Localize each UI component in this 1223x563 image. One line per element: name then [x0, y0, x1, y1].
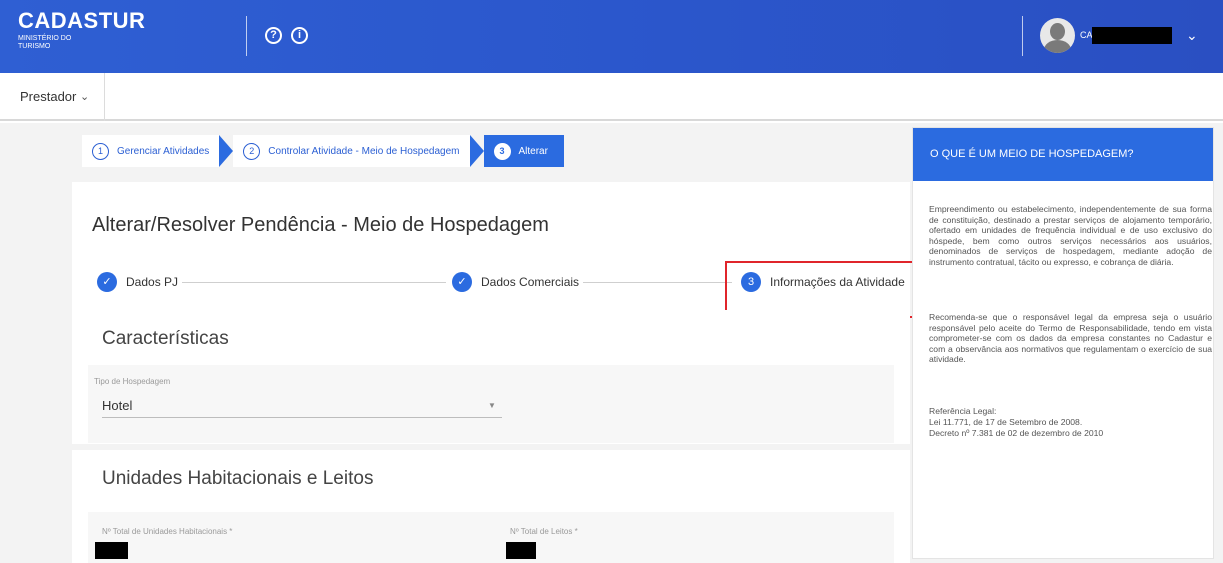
section-title: Unidades Habitacionais e Leitos: [102, 468, 374, 489]
brand-logo[interactable]: CADASTUR MINISTÉRIO DO TURISMO: [18, 9, 145, 51]
unidades-fields: Nº Total de Unidades Habitacionais * Nº …: [88, 512, 894, 563]
user-name[interactable]: CA: [1080, 30, 1093, 40]
legal-reference-title: Referência Legal:: [929, 406, 997, 416]
chevron-down-icon[interactable]: ⌄: [80, 90, 89, 103]
breadcrumb-label: Controlar Atividade - Meio de Hospedagem: [268, 145, 460, 157]
help-icon[interactable]: ?: [265, 27, 282, 44]
redacted-user-name: [1092, 27, 1172, 44]
caracteristicas-fields: Tipo de Hospedagem Hotel ▼: [88, 365, 894, 443]
profile-bar: Prestador ⌄: [0, 73, 1223, 121]
stepper-connector: [182, 282, 452, 283]
breadcrumb-label: Gerenciar Atividades: [117, 145, 210, 157]
select-underline: [102, 417, 502, 418]
profile-bar-divider: [104, 73, 105, 121]
brand-title: CADASTUR: [18, 8, 146, 33]
step-label: Dados Comerciais: [481, 275, 580, 289]
avatar-head: [1050, 23, 1065, 40]
check-icon: ✓: [97, 272, 117, 292]
sidebar-paragraph: Empreendimento ou estabelecimento, indep…: [929, 204, 1212, 267]
section-title: Características: [102, 328, 229, 349]
legal-reference-law: Lei 11.771, de 17 de Setembro de 2008.: [929, 417, 1083, 427]
step-number-icon: 3: [493, 142, 511, 160]
breadcrumb-item-controlar[interactable]: 2 Controlar Atividade - Meio de Hospedag…: [233, 135, 470, 167]
caracteristicas-section: Características Tipo de Hospedagem Hotel…: [72, 310, 910, 444]
sidebar-paragraph: Recomenda-se que o responsável legal da …: [929, 312, 1212, 365]
step-number-icon: 1: [92, 142, 109, 160]
header-divider-right: [1022, 16, 1023, 56]
chevron-down-icon[interactable]: ⌄: [1186, 27, 1198, 44]
info-icon[interactable]: i: [291, 27, 308, 44]
check-icon: ✓: [452, 272, 472, 292]
brand-subtitle: MINISTÉRIO DO TURISMO: [18, 35, 72, 50]
step-number-icon: 2: [243, 142, 261, 160]
dropdown-arrow-icon[interactable]: ▼: [488, 401, 496, 410]
top-navigation-bar: CADASTUR MINISTÉRIO DO TURISMO ? i CA ⌄: [0, 0, 1223, 73]
tipo-hospedagem-select[interactable]: Hotel: [102, 398, 132, 413]
breadcrumb: 1 Gerenciar Atividades 2 Controlar Ativi…: [82, 135, 564, 167]
legal-reference-decree: Decreto nº 7.381 de 02 de dezembro de 20…: [929, 428, 1104, 438]
header-divider: [246, 16, 247, 56]
profile-selector[interactable]: Prestador: [20, 89, 76, 104]
step-dados-comerciais[interactable]: ✓ Dados Comerciais: [446, 272, 584, 292]
unidades-habitacionais-input[interactable]: [95, 542, 128, 559]
avatar-icon[interactable]: [1040, 18, 1075, 53]
breadcrumb-separator-icon: [469, 135, 484, 167]
page-title: Alterar/Resolver Pendência - Meio de Hos…: [92, 214, 549, 236]
step-label: Dados PJ: [126, 275, 179, 289]
stepper-connector: [582, 282, 732, 283]
field-label: Tipo de Hospedagem: [94, 377, 171, 386]
sidebar-heading: O QUE É UM MEIO DE HOSPEDAGEM?: [913, 128, 1213, 181]
field-label: Nº Total de Leitos *: [510, 527, 578, 536]
avatar-body: [1044, 40, 1071, 53]
breadcrumb-item-gerenciar[interactable]: 1 Gerenciar Atividades: [82, 135, 220, 167]
breadcrumb-separator-icon: [219, 135, 234, 167]
step-dados-pj[interactable]: ✓ Dados PJ: [97, 272, 183, 292]
info-sidebar: O QUE É UM MEIO DE HOSPEDAGEM? Empreendi…: [912, 127, 1214, 559]
leitos-input[interactable]: [506, 542, 536, 559]
field-label: Nº Total de Unidades Habitacionais *: [102, 527, 233, 536]
breadcrumb-label: Alterar: [518, 145, 548, 157]
unidades-section: Unidades Habitacionais e Leitos Nº Total…: [72, 450, 910, 563]
breadcrumb-item-alterar[interactable]: 3 Alterar: [483, 135, 564, 167]
